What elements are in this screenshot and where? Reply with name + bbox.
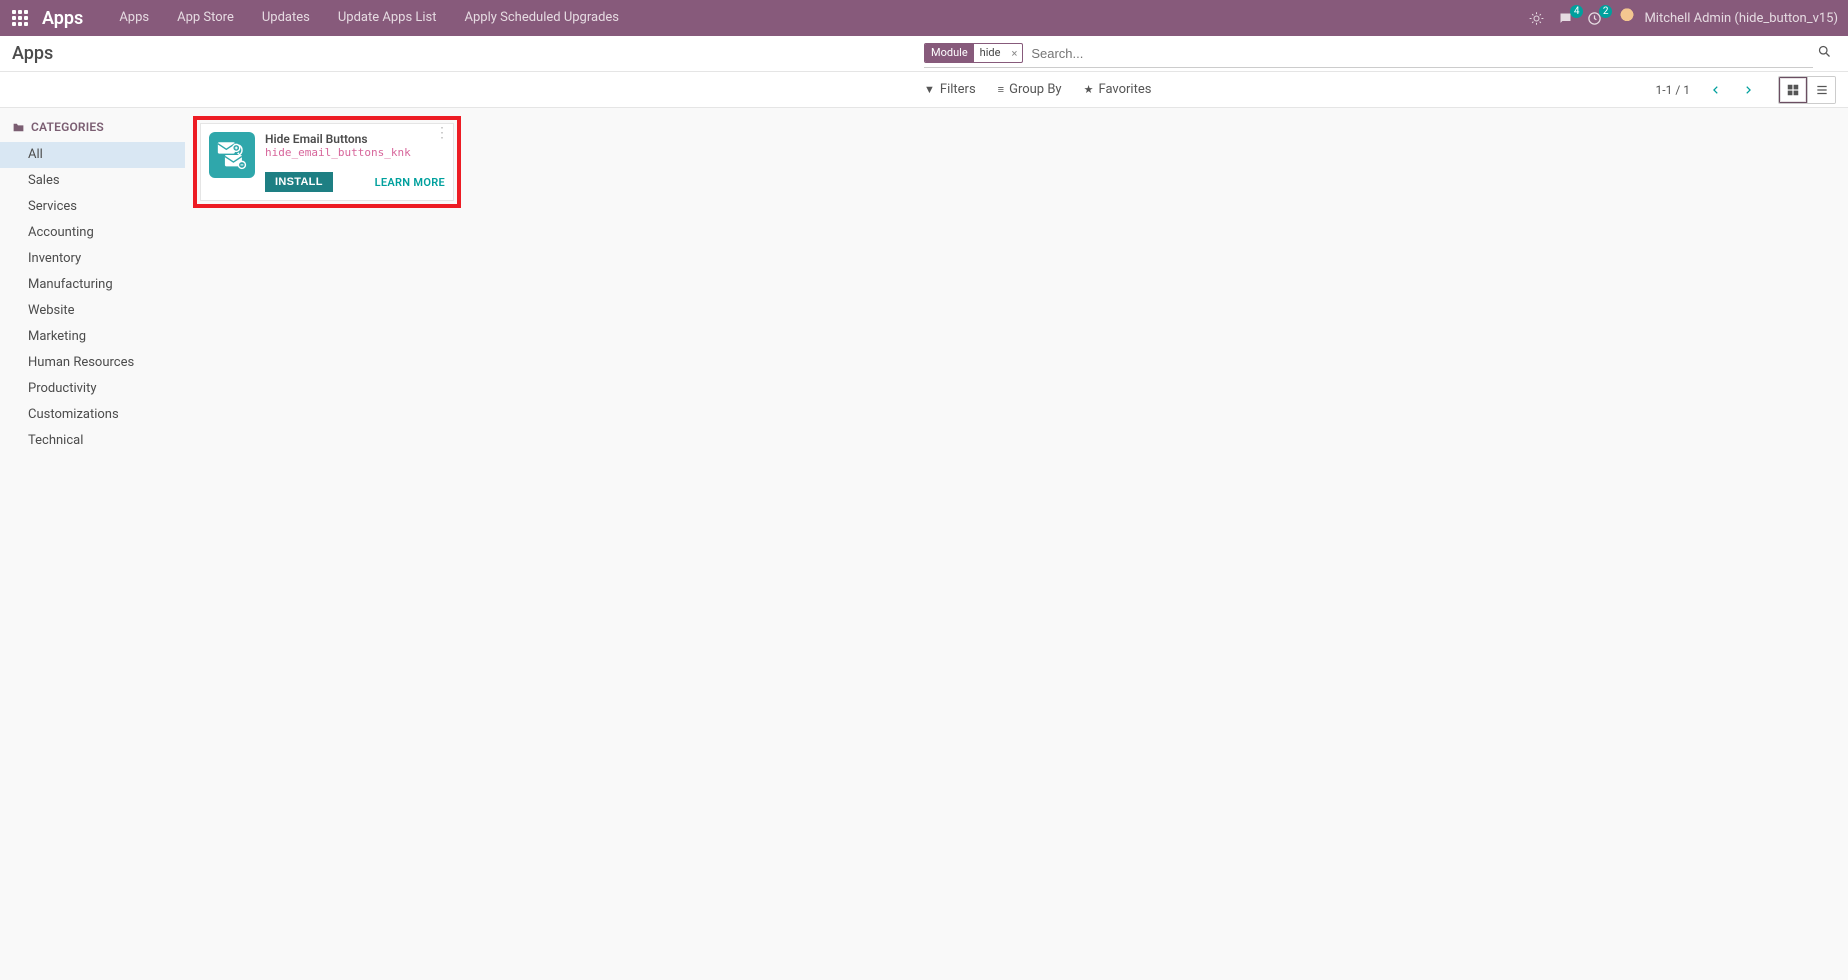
debug-icon[interactable] xyxy=(1529,11,1544,26)
sidebar-item-marketing[interactable]: Marketing xyxy=(0,324,185,350)
menu-apply-scheduled-upgrades[interactable]: Apply Scheduled Upgrades xyxy=(451,0,634,36)
funnel-icon: ▼ xyxy=(924,83,935,96)
favorites-button[interactable]: ★ Favorites xyxy=(1084,82,1152,97)
activities-icon[interactable]: 2 xyxy=(1587,11,1602,26)
menu-update-apps-list[interactable]: Update Apps List xyxy=(324,0,451,36)
messages-icon[interactable]: 4 xyxy=(1558,11,1573,26)
pager-text: 1-1 / 1 xyxy=(1656,83,1690,97)
search-bar[interactable]: Module hide × xyxy=(924,40,1813,68)
apps-switcher-icon[interactable] xyxy=(10,8,30,28)
sidebar-item-website[interactable]: Website xyxy=(0,298,185,324)
avatar xyxy=(1616,7,1638,29)
card-menu-icon[interactable]: ⋮ xyxy=(435,128,449,138)
sidebar-item-sales[interactable]: Sales xyxy=(0,168,185,194)
sidebar-heading: CATEGORIES xyxy=(0,120,185,142)
favorites-label: Favorites xyxy=(1098,82,1151,97)
kanban-view-button[interactable] xyxy=(1779,77,1807,103)
facet-value: hide xyxy=(974,44,1007,62)
groupby-button[interactable]: ≡ Group By xyxy=(998,82,1062,97)
sidebar: CATEGORIES AllSalesServicesAccountingInv… xyxy=(0,108,185,980)
filters-button[interactable]: ▼ Filters xyxy=(924,82,976,97)
sidebar-item-technical[interactable]: Technical xyxy=(0,428,185,454)
sidebar-item-all[interactable]: All xyxy=(0,142,185,168)
sidebar-item-manufacturing[interactable]: Manufacturing xyxy=(0,272,185,298)
list-view-button[interactable] xyxy=(1807,77,1835,103)
app-card-highlight: Hide Email Buttons hide_email_buttons_kn… xyxy=(193,116,461,208)
sidebar-item-accounting[interactable]: Accounting xyxy=(0,220,185,246)
search-icon[interactable] xyxy=(1813,44,1836,63)
search-input[interactable] xyxy=(1023,46,1813,61)
app-icon xyxy=(209,132,255,178)
filters-label: Filters xyxy=(940,82,976,97)
pager-next-button[interactable] xyxy=(1736,78,1760,102)
user-menu[interactable]: Mitchell Admin (hide_button_v15) xyxy=(1616,7,1838,29)
menu-app-store[interactable]: App Store xyxy=(163,0,248,36)
app-technical-name: hide_email_buttons_knk xyxy=(265,146,445,160)
list-icon: ≡ xyxy=(998,83,1004,96)
breadcrumb: Apps xyxy=(12,43,924,64)
menu-updates[interactable]: Updates xyxy=(248,0,324,36)
facet-label: Module xyxy=(925,44,974,62)
sidebar-item-human-resources[interactable]: Human Resources xyxy=(0,350,185,376)
user-name: Mitchell Admin (hide_button_v15) xyxy=(1644,11,1838,26)
app-title: Hide Email Buttons xyxy=(265,132,445,146)
facet-remove-icon[interactable]: × xyxy=(1006,47,1022,60)
messages-badge: 4 xyxy=(1570,5,1584,18)
sidebar-heading-label: CATEGORIES xyxy=(31,120,104,134)
search-facet: Module hide × xyxy=(924,43,1023,63)
sidebar-item-customizations[interactable]: Customizations xyxy=(0,402,185,428)
groupby-label: Group By xyxy=(1009,82,1062,97)
activities-badge: 2 xyxy=(1599,5,1613,18)
install-button[interactable]: INSTALL xyxy=(265,172,333,192)
pager-prev-button[interactable] xyxy=(1704,78,1728,102)
sidebar-item-productivity[interactable]: Productivity xyxy=(0,376,185,402)
sidebar-item-services[interactable]: Services xyxy=(0,194,185,220)
folder-icon xyxy=(12,121,25,134)
content: Hide Email Buttons hide_email_buttons_kn… xyxy=(185,108,1848,980)
menu-apps[interactable]: Apps xyxy=(105,0,163,36)
brand-title[interactable]: Apps xyxy=(42,8,83,29)
star-icon: ★ xyxy=(1084,83,1094,96)
app-card[interactable]: Hide Email Buttons hide_email_buttons_kn… xyxy=(200,123,454,201)
learn-more-link[interactable]: LEARN MORE xyxy=(375,176,445,189)
sidebar-item-inventory[interactable]: Inventory xyxy=(0,246,185,272)
